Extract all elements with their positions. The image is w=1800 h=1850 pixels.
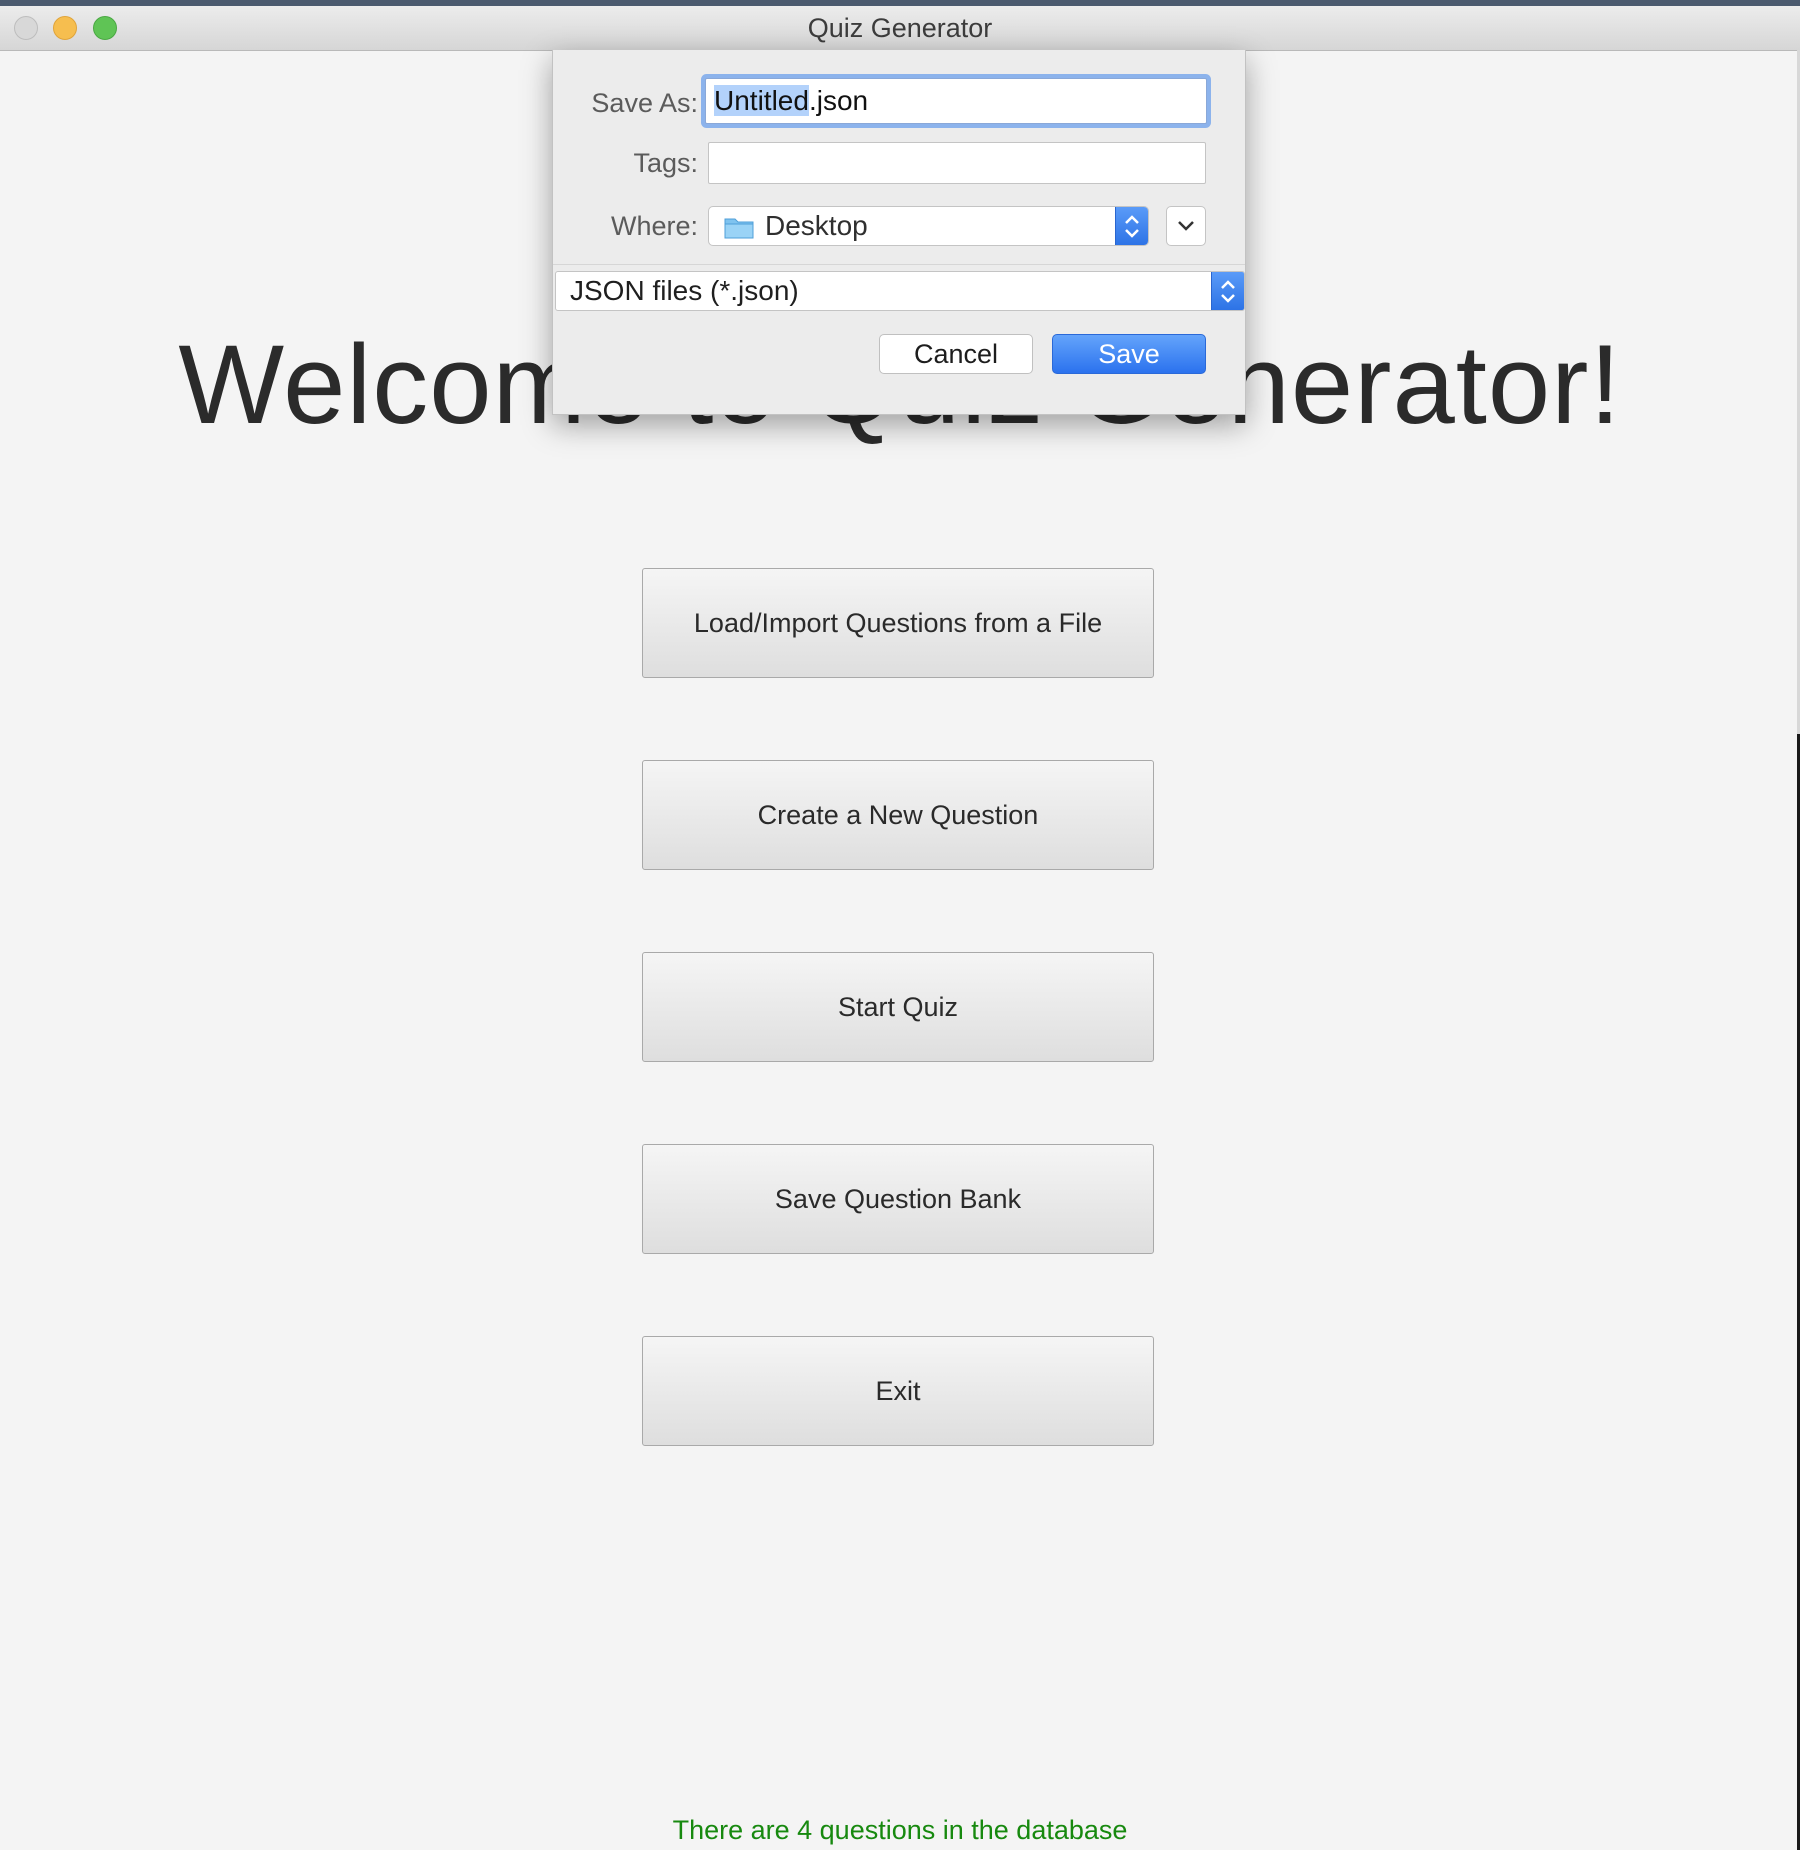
title-bar[interactable]: Quiz Generator	[0, 6, 1800, 51]
cancel-button[interactable]: Cancel	[879, 334, 1033, 374]
where-label: Where:	[610, 211, 698, 241]
where-location-popup[interactable]: Desktop	[708, 206, 1149, 246]
window-title: Quiz Generator	[807, 13, 993, 43]
save-as-selected-text: Untitled	[714, 85, 809, 116]
save-question-bank-button[interactable]: Save Question Bank	[642, 1144, 1154, 1254]
question-count-status: There are 4 questions in the database	[672, 1815, 1128, 1845]
save-as-input[interactable]: Untitled.json	[705, 78, 1207, 124]
save-as-label: Save As:	[591, 88, 698, 118]
exit-button[interactable]: Exit	[642, 1336, 1154, 1446]
app-window: Quiz Generator Welcome to Quiz Generator…	[0, 0, 1800, 1850]
expand-dialog-button[interactable]	[1166, 206, 1206, 246]
start-quiz-button[interactable]: Start Quiz	[642, 952, 1154, 1062]
chevron-down-icon	[1178, 221, 1194, 231]
where-value: Desktop	[765, 210, 868, 241]
save-dialog-sheet: Save As: Untitled.json Tags: Where: Desk…	[552, 50, 1246, 415]
folder-icon	[724, 218, 754, 239]
where-stepper-arrows-icon	[1115, 207, 1148, 245]
file-type-value: JSON files (*.json)	[570, 275, 799, 306]
dialog-separator	[553, 264, 1245, 265]
save-as-extension-text: .json	[808, 85, 869, 116]
load-import-questions-button[interactable]: Load/Import Questions from a File	[642, 568, 1154, 678]
create-new-question-button[interactable]: Create a New Question	[642, 760, 1154, 870]
save-button[interactable]: Save	[1052, 334, 1206, 374]
file-type-stepper-arrows-icon	[1211, 272, 1244, 310]
file-type-popup[interactable]: JSON files (*.json)	[555, 271, 1245, 311]
tags-label: Tags:	[633, 148, 698, 178]
tags-input[interactable]	[708, 142, 1206, 184]
